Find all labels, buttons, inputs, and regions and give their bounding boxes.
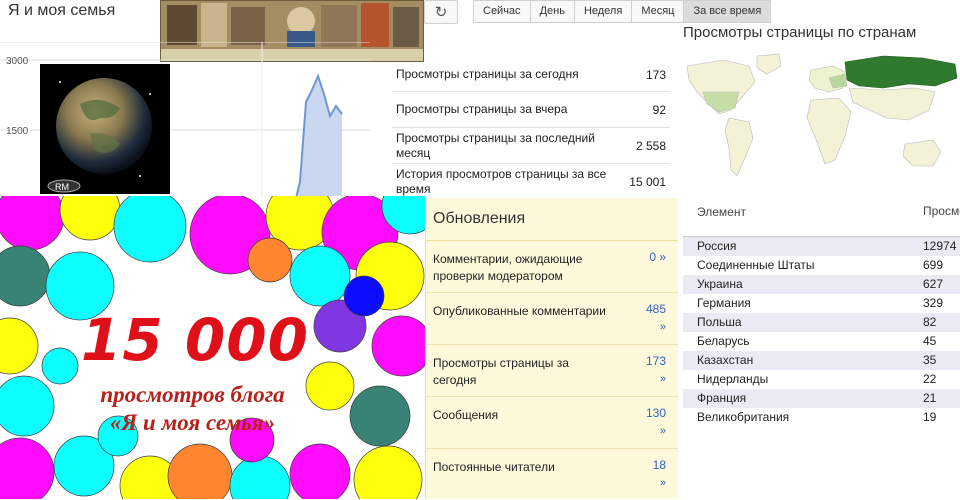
country-views: 45 [923, 334, 937, 348]
table-row: Великобритания 19 [683, 408, 960, 427]
country-views: 627 [923, 277, 944, 291]
table-row: Казахстан 35 [683, 351, 960, 370]
tab-now[interactable]: Сейчас [473, 0, 531, 23]
stats-table: Просмотры страницы за сегодня 173 Просмо… [392, 58, 670, 200]
stat-value: 92 [652, 102, 666, 117]
update-item-posts[interactable]: Сообщения 130 » [426, 397, 678, 449]
column-views: Просмотры страницы [923, 205, 960, 218]
update-value-link[interactable]: 173 [646, 354, 666, 368]
country-rows: Россия 12974 Соединенные Штаты 699 Украина… [683, 237, 960, 427]
update-item-pending-comments[interactable]: Комментарии, ожидающие проверки модерато… [426, 241, 678, 293]
chevron-right-icon[interactable]: » [660, 373, 666, 385]
refresh-icon: ↻ [434, 4, 448, 21]
table-row: Россия 12974 [683, 237, 960, 256]
country-name: Россия [697, 239, 737, 253]
update-label: Постоянные читатели [433, 460, 555, 474]
update-label: Сообщения [433, 408, 499, 422]
update-item-published-comments[interactable]: Опубликованные комментарии 485 » [426, 293, 678, 345]
stat-row: Просмотры страницы за вчера 92 [392, 92, 670, 128]
country-name: Нидерланды [697, 372, 769, 386]
update-value-link[interactable]: 130 [646, 406, 666, 420]
country-views: 22 [923, 372, 937, 386]
tab-week[interactable]: Неделя [573, 0, 633, 23]
update-label: Просмотры страницы за сегодня [433, 356, 569, 387]
refresh-button[interactable]: ↻ [424, 0, 458, 24]
tab-month[interactable]: Месяц [631, 0, 685, 23]
chevron-right-icon[interactable]: » [660, 425, 666, 437]
y-tick-1500: 1500 [6, 126, 29, 137]
country-name: Соединенные Штаты [697, 258, 815, 272]
country-name: Германия [697, 296, 751, 310]
banner-line1: просмотров блога [100, 382, 285, 407]
country-views: 21 [923, 391, 937, 405]
map-title: Просмотры страницы по странам [683, 24, 917, 41]
banner-number: 15 000 [81, 306, 309, 374]
stat-label: Просмотры страницы за последний месяц [396, 130, 595, 160]
update-value-link[interactable]: 18 [653, 458, 666, 472]
country-table-header: Элемент Просмотры страницы [683, 200, 960, 237]
country-name: Беларусь [697, 334, 750, 348]
range-tabs: Сейчас День Неделя Месяц За все время [473, 0, 772, 23]
table-row: Украина 627 [683, 275, 960, 294]
stat-row: Просмотры страницы за сегодня 173 [392, 58, 670, 92]
world-map [683, 52, 960, 192]
country-views: 12974 [923, 239, 957, 253]
country-name: Польша [697, 315, 742, 329]
globe-badge: RM [55, 182, 69, 192]
update-item-followers[interactable]: Постоянные читатели 18 » [426, 449, 678, 500]
stat-row: История просмотров страницы за все время… [392, 164, 670, 200]
country-views: 329 [923, 296, 944, 310]
country-name: Украина [697, 277, 743, 291]
table-row: Нидерланды 22 [683, 370, 960, 389]
country-name: Великобритания [697, 410, 790, 424]
country-views: 699 [923, 258, 944, 272]
update-label: Комментарии, ожидающие проверки модерато… [433, 252, 583, 283]
country-table: Элемент Просмотры страницы Россия 12974 С… [683, 200, 960, 427]
update-value-link[interactable]: 0 » [649, 250, 666, 264]
update-value-link[interactable]: 485 [646, 302, 666, 316]
stat-value: 173 [645, 67, 666, 82]
stat-label: Просмотры страницы за сегодня [396, 67, 579, 81]
update-label: Опубликованные комментарии [433, 304, 606, 318]
stat-value: 2 558 [635, 138, 666, 153]
blog-title: Я и моя семья [8, 2, 116, 19]
stat-label: Просмотры страницы за вчера [396, 102, 568, 116]
column-element: Элемент [697, 205, 746, 219]
tab-all-time[interactable]: За все время [683, 0, 772, 23]
country-name: Казахстан [697, 353, 754, 367]
country-name: Франция [697, 391, 747, 405]
updates-title: Обновления [426, 198, 678, 241]
tab-day[interactable]: День [529, 0, 575, 23]
updates-panel: Обновления Комментарии, ожидающие провер… [425, 198, 678, 499]
stat-row: Просмотры страницы за последний месяц 2 … [392, 128, 670, 164]
table-row: Германия 329 [683, 294, 960, 313]
globe-image: RM [40, 64, 170, 194]
stat-label: История просмотров страницы за все время [396, 166, 607, 196]
country-views: 19 [923, 410, 937, 424]
stat-value: 15 001 [629, 174, 666, 189]
country-views: 35 [923, 353, 937, 367]
country-views: 82 [923, 315, 937, 329]
table-row: Соединенные Штаты 699 [683, 256, 960, 275]
table-row: Польша 82 [683, 313, 960, 332]
banner-line2: «Я и моя семья» [109, 410, 276, 435]
celebration-banner: 15 000 просмотров блога «Я и моя семья» [0, 196, 425, 499]
update-item-pageviews-today[interactable]: Просмотры страницы за сегодня 173 » [426, 345, 678, 397]
chevron-right-icon[interactable]: » [660, 477, 666, 489]
table-row: Франция 21 [683, 389, 960, 408]
chevron-right-icon[interactable]: » [660, 321, 666, 333]
table-row: Беларусь 45 [683, 332, 960, 351]
y-tick-3000: 3000 [6, 56, 29, 67]
